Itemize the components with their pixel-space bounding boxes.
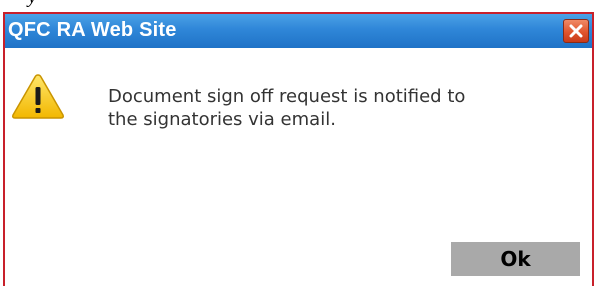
alert-dialog: QFC RA Web Site Document sign off reques… (3, 12, 594, 286)
dialog-message: Document sign off request is notified to… (108, 85, 578, 131)
close-icon (569, 24, 583, 38)
message-line-2: the signatories via email. (108, 109, 336, 130)
dialog-titlebar[interactable]: QFC RA Web Site (5, 14, 592, 48)
dialog-title: QFC RA Web Site (8, 19, 177, 41)
background-text: y (28, 0, 36, 9)
close-button[interactable] (563, 19, 589, 43)
message-line-1: Document sign off request is notified to (108, 86, 466, 107)
warning-icon (11, 72, 65, 124)
ok-button[interactable]: Ok (451, 242, 580, 276)
background-page-strip: y (0, 0, 602, 12)
